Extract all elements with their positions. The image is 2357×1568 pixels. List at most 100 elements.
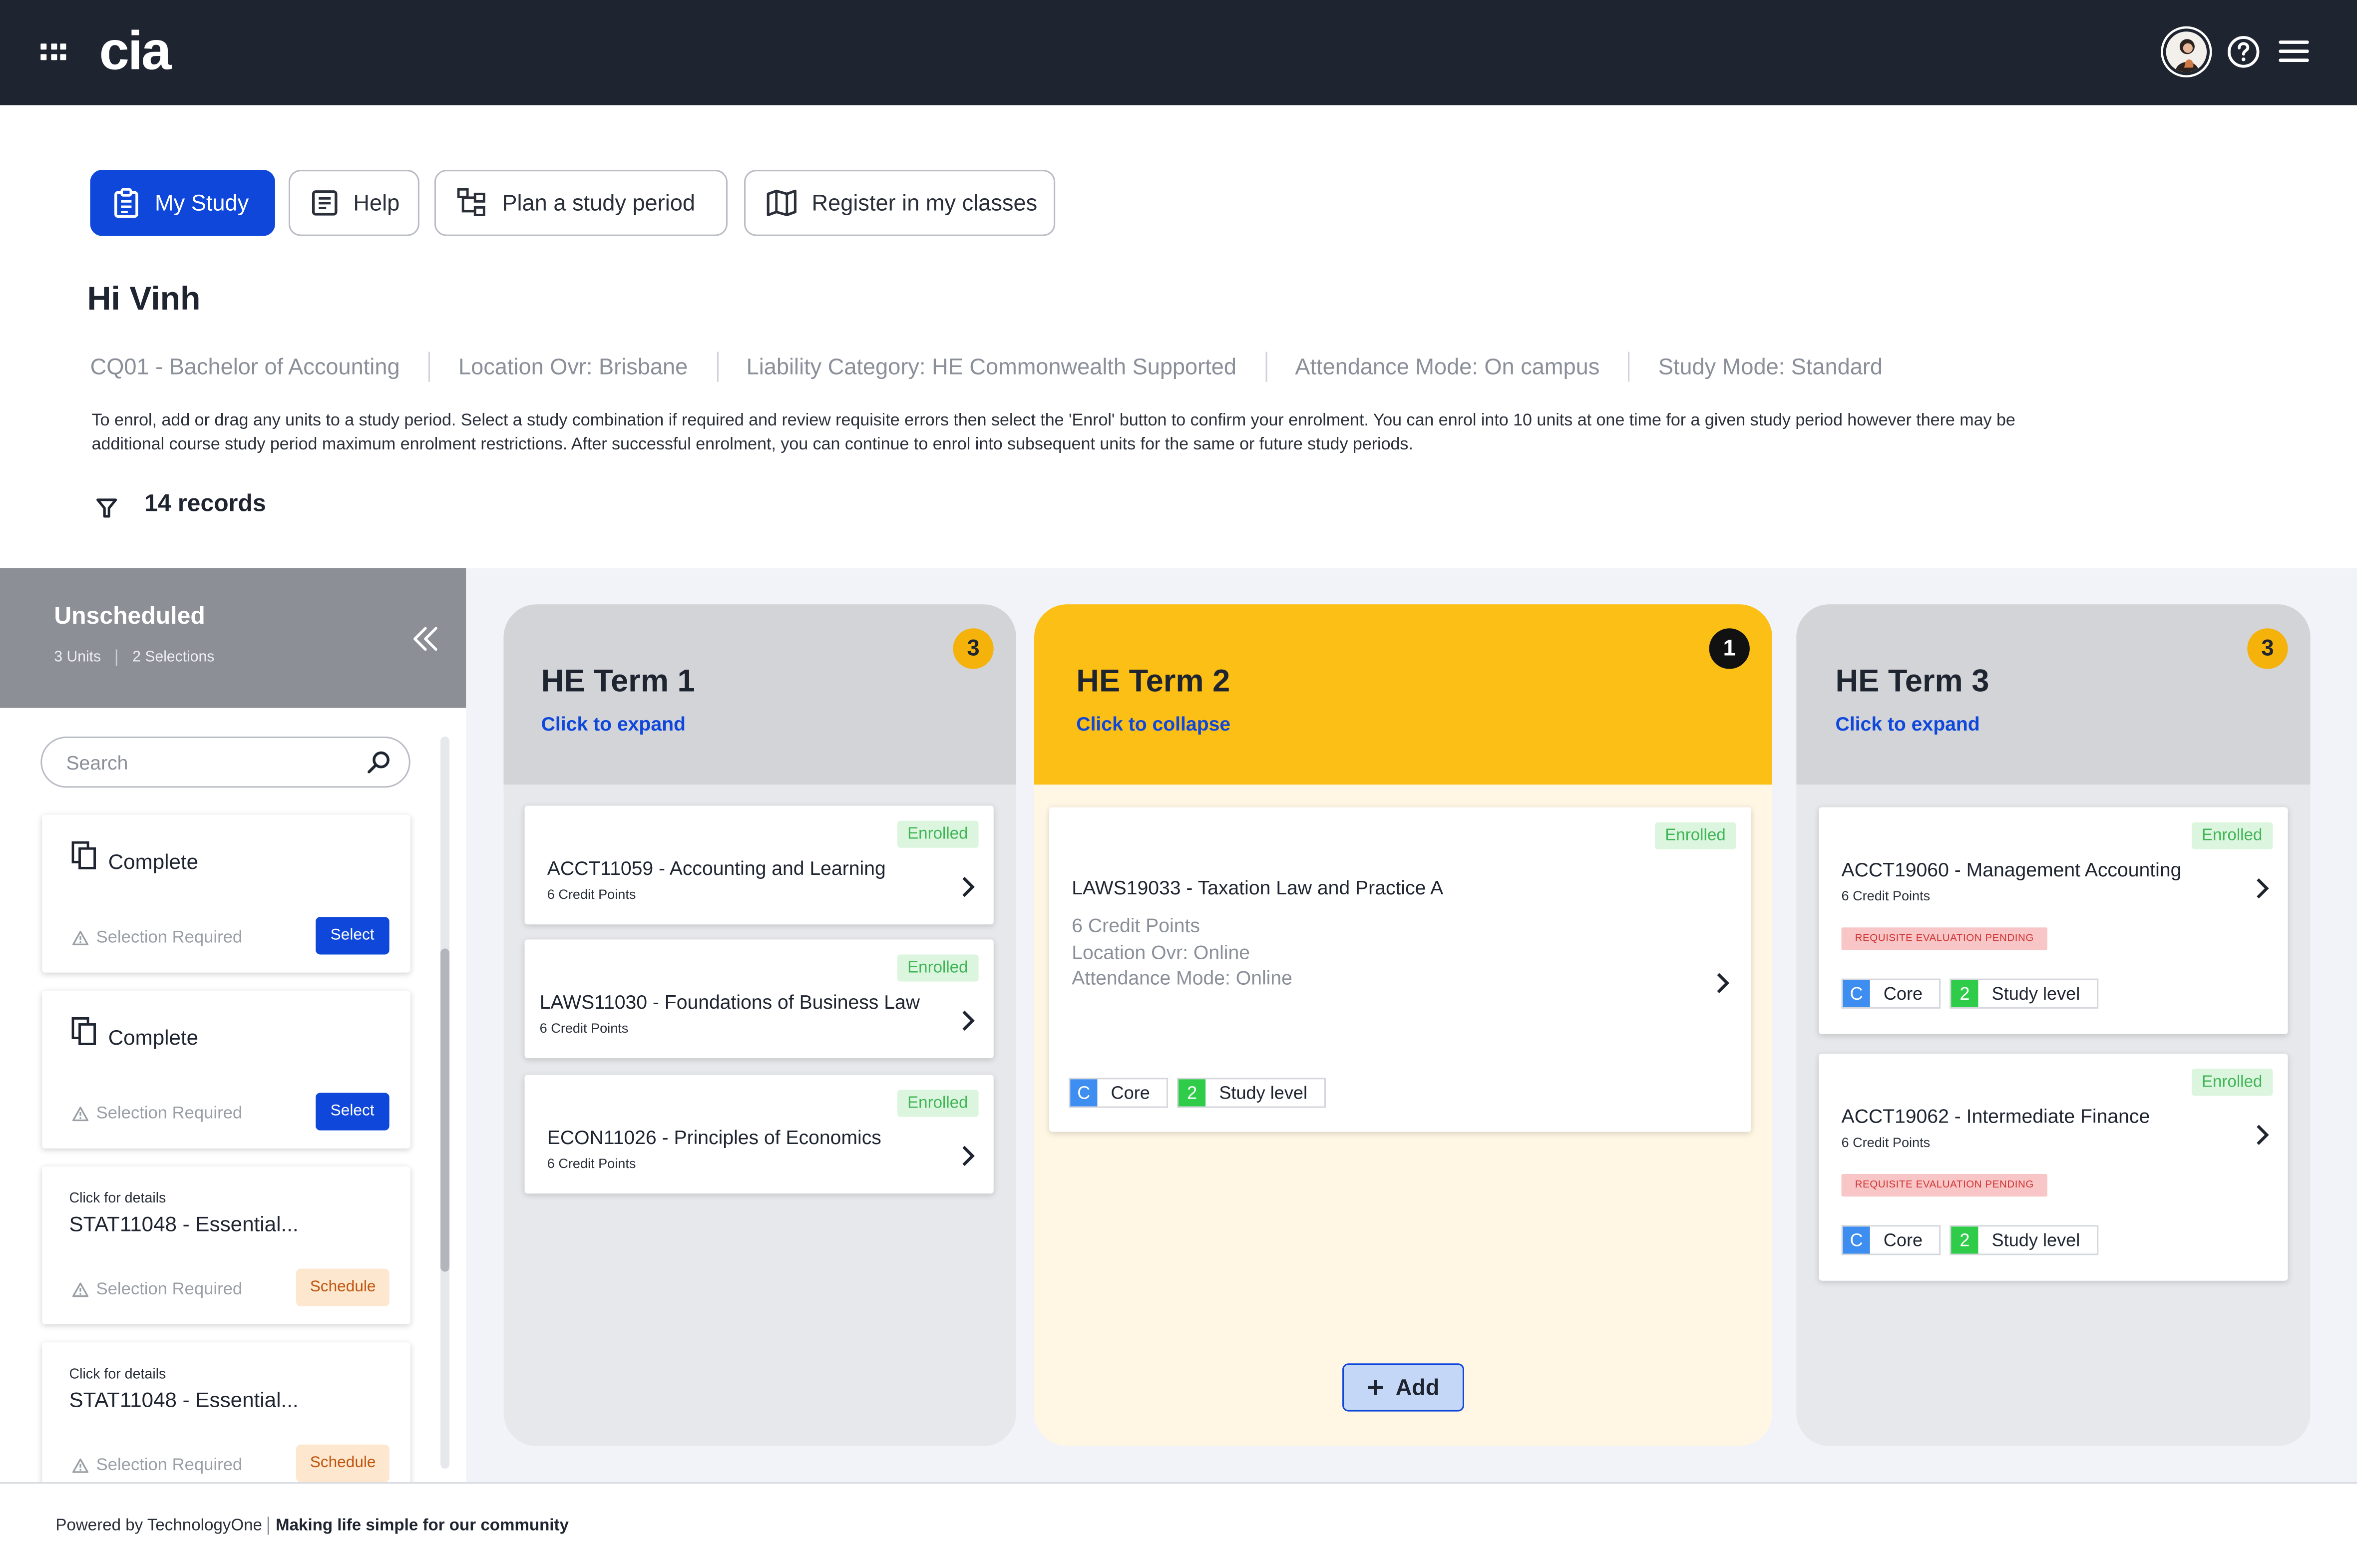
requisite-pending-badge: REQUISITE EVALUATION PENDING	[1841, 1174, 2047, 1197]
warning-icon	[72, 1107, 89, 1122]
term-title: HE Term 1	[541, 664, 695, 699]
chevron-right-icon[interactable]	[1715, 971, 1730, 995]
divider	[268, 1517, 270, 1535]
records-count: 14 records	[144, 491, 266, 517]
study-level-label: Study level	[1991, 1229, 2080, 1251]
tag-row: C Core 2 Study level	[1841, 978, 2098, 1009]
unit-card[interactable]: Enrolled ECON11026 - Principles of Econo…	[524, 1075, 994, 1194]
attendance-meta: Attendance Mode: On campus	[1295, 354, 1600, 380]
study-level-label: Study level	[1991, 983, 2080, 1004]
unscheduled-header: Unscheduled 3 Units 2 Selections	[0, 568, 466, 708]
enrolled-badge: Enrolled	[1654, 822, 1736, 849]
study-level-chip: 2 Study level	[1950, 1225, 2098, 1255]
term-header[interactable]: HE Term 2 Click to collapse 1	[1034, 604, 1773, 785]
add-unit-button[interactable]: Add	[1342, 1363, 1464, 1412]
register-classes-button[interactable]: Register in my classes	[744, 170, 1056, 236]
term-header[interactable]: HE Term 1 Click to expand 3	[503, 604, 1016, 785]
clipboard-icon	[114, 188, 138, 218]
core-chip: C Core	[1841, 1225, 1941, 1255]
core-letter: C	[1843, 980, 1870, 1007]
chevron-right-icon[interactable]	[961, 1144, 976, 1168]
copy-icon	[71, 1017, 96, 1045]
chevron-right-icon[interactable]	[961, 1009, 976, 1033]
search-icon[interactable]	[367, 750, 391, 774]
unit-card[interactable]: Enrolled ACCT19060 - Management Accounti…	[1819, 807, 2288, 1035]
credit-points: 6 Credit Points	[1841, 1135, 1931, 1150]
core-letter: C	[1843, 1226, 1870, 1254]
unscheduled-card[interactable]: Click for details STAT11048 - Essential.…	[42, 1166, 410, 1324]
unit-name: ECON11026 - Principles of Economics	[547, 1126, 881, 1149]
credit-points: 6 Credit Points	[539, 1020, 629, 1036]
unit-name: ACCT19060 - Management Accounting	[1841, 858, 2182, 881]
chevron-right-icon[interactable]	[2255, 1123, 2270, 1147]
unscheduled-card[interactable]: Complete Selection Required Select	[42, 814, 410, 973]
term-header[interactable]: HE Term 3 Click to expand 3	[1796, 604, 2311, 785]
expand-link[interactable]: Click to expand	[1835, 713, 1979, 735]
apps-grid-icon[interactable]	[40, 43, 67, 61]
card-title: STAT11048 - Essential...	[69, 1211, 299, 1236]
filter-icon[interactable]	[96, 497, 117, 518]
select-button[interactable]: Select	[315, 917, 390, 955]
schedule-button[interactable]: Schedule	[296, 1444, 390, 1483]
study-level-label: Study level	[1219, 1082, 1308, 1104]
divider	[1628, 352, 1630, 382]
warning-icon	[72, 931, 89, 945]
hamburger-menu-icon[interactable]	[2279, 39, 2309, 63]
plan-study-period-button[interactable]: Plan a study period	[434, 170, 728, 236]
enrolled-badge: Enrolled	[897, 1090, 979, 1117]
avatar[interactable]	[2163, 28, 2210, 75]
search-input[interactable]	[66, 747, 352, 778]
chevron-right-icon[interactable]	[2255, 876, 2270, 900]
term-title: HE Term 3	[1835, 664, 1989, 699]
selection-warning: Selection Required	[72, 1457, 242, 1475]
chevron-right-icon[interactable]	[961, 875, 976, 899]
card-title: STAT11048 - Essential...	[69, 1387, 299, 1412]
double-chevron-left-icon[interactable]	[412, 625, 439, 652]
unit-card[interactable]: Enrolled ACCT11059 - Accounting and Lear…	[524, 805, 994, 925]
unit-card[interactable]: Enrolled LAWS11030 - Foundations of Busi…	[524, 939, 994, 1059]
divider	[428, 352, 430, 382]
enrolled-badge: Enrolled	[897, 954, 979, 982]
unit-card[interactable]: Enrolled LAWS19033 - Taxation Law and Pr…	[1049, 807, 1751, 1132]
core-chip: C Core	[1069, 1078, 1168, 1108]
unscheduled-card[interactable]: Click for details STAT11048 - Essential.…	[42, 1342, 410, 1483]
enrolled-badge: Enrolled	[897, 820, 979, 848]
study-level-chip: 2 Study level	[1177, 1078, 1326, 1108]
unit-card[interactable]: Enrolled ACCT19062 - Intermediate Financ…	[1819, 1054, 2288, 1281]
scrollbar-thumb[interactable]	[440, 948, 450, 1272]
app-logo[interactable]: cia	[99, 15, 172, 87]
term-body: Enrolled ACCT11059 - Accounting and Lear…	[503, 784, 1016, 1446]
help-button[interactable]: Help	[288, 170, 419, 236]
add-label: Add	[1395, 1374, 1440, 1401]
unscheduled-card[interactable]: Complete Selection Required Select	[42, 990, 410, 1149]
footer-tagline: Making life simple for our community	[276, 1517, 569, 1535]
powered-by-text: Powered by TechnologyOne	[55, 1517, 262, 1535]
collapse-link[interactable]: Click to collapse	[1076, 713, 1230, 735]
term-body: Enrolled LAWS19033 - Taxation Law and Pr…	[1034, 784, 1773, 1446]
tag-row: C Core 2 Study level	[1069, 1078, 1326, 1108]
location-meta: Location Ovr: Brisbane	[458, 354, 688, 380]
copy-icon	[71, 841, 96, 869]
term-title: HE Term 2	[1076, 664, 1230, 699]
my-study-label: My Study	[155, 190, 249, 216]
my-study-button[interactable]: My Study	[90, 170, 275, 236]
study-board: Unscheduled 3 Units 2 Selections Search …	[0, 568, 2357, 1483]
core-letter: C	[1070, 1079, 1098, 1107]
help-circle-icon[interactable]	[2226, 34, 2261, 69]
core-label: Core	[1111, 1082, 1150, 1104]
search-box	[40, 736, 410, 788]
credit-points: 6 Credit Points	[547, 1156, 636, 1171]
unscheduled-title: Unscheduled	[54, 604, 205, 630]
powered-by: Powered by TechnologyOne Making life sim…	[55, 1517, 569, 1535]
term-body: Enrolled ACCT19060 - Management Accounti…	[1796, 784, 2311, 1446]
warning-icon	[72, 1458, 89, 1473]
core-label: Core	[1883, 1229, 1923, 1251]
warning-text: Selection Required	[96, 1105, 243, 1123]
expand-link[interactable]: Click to expand	[541, 713, 686, 735]
schedule-button[interactable]: Schedule	[296, 1268, 390, 1306]
enrolment-instructions: To enrol, add or drag any units to a stu…	[91, 411, 2015, 454]
card-title: Complete	[108, 1025, 199, 1050]
select-button[interactable]: Select	[315, 1093, 390, 1131]
attendance-text: Attendance Mode: Online	[1072, 966, 1292, 989]
unscheduled-summary: 3 Units 2 Selections	[54, 649, 214, 666]
